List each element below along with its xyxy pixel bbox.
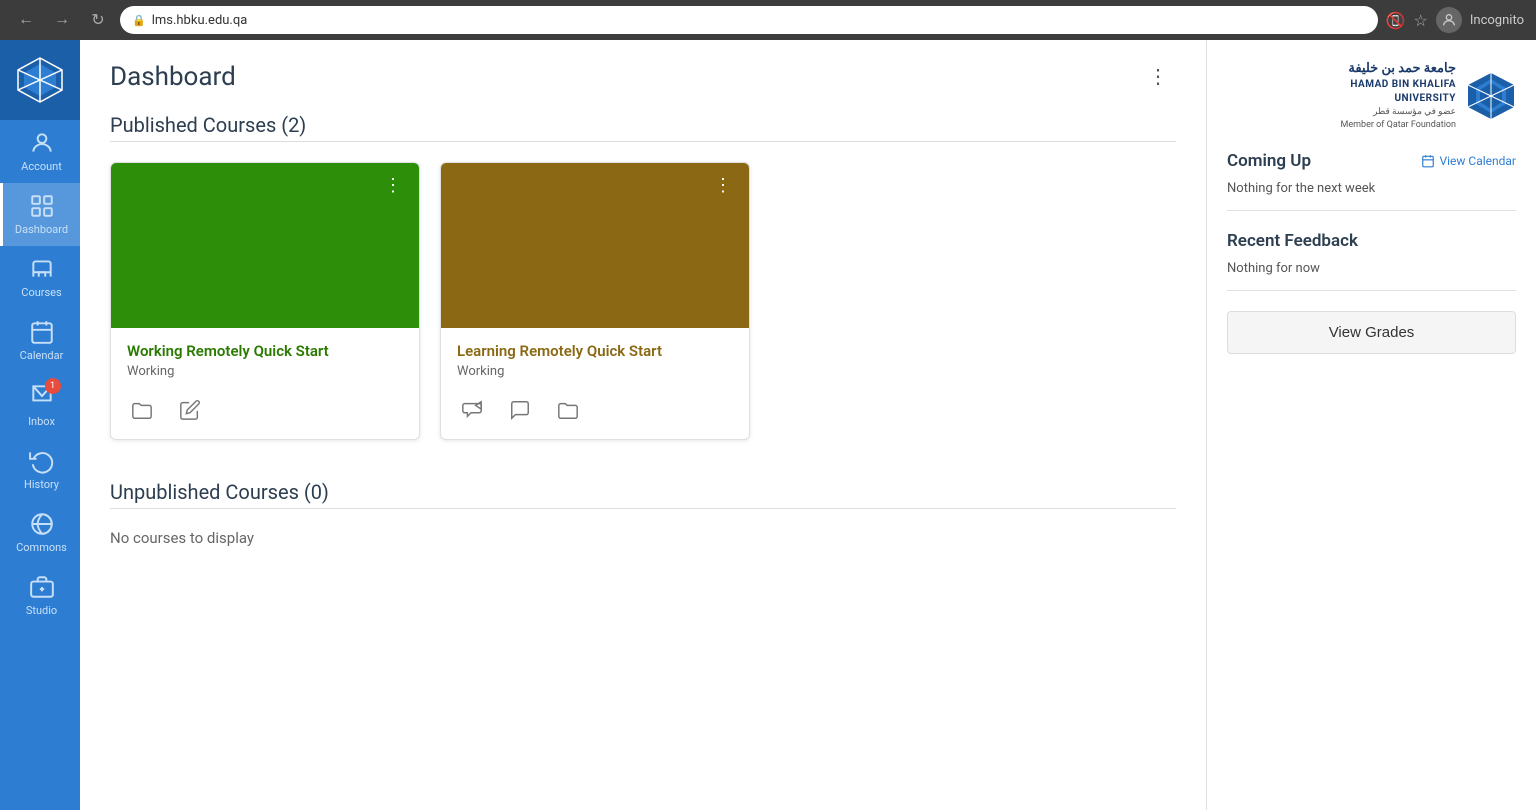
coming-up-header: Coming Up View Calendar bbox=[1227, 151, 1516, 171]
university-logo: جامعة حمد بن خليفة HAMAD BIN KHALIFA UNI… bbox=[1227, 60, 1516, 131]
course-card-2-discussion-button[interactable] bbox=[505, 395, 535, 425]
browser-right-controls: 📵 ☆ Incognito bbox=[1386, 7, 1524, 33]
univ-name-ar: جامعة حمد بن خليفة bbox=[1341, 60, 1457, 78]
page-title: Dashboard bbox=[110, 62, 236, 92]
incognito-label: Incognito bbox=[1470, 13, 1524, 28]
published-divider bbox=[110, 141, 1176, 142]
reload-button[interactable]: ↻ bbox=[84, 6, 112, 34]
courses-grid: ⋮ Working Remotely Quick Start Working bbox=[110, 162, 1176, 440]
unpublished-divider bbox=[110, 508, 1176, 509]
url-text: lms.hbku.edu.qa bbox=[152, 13, 248, 28]
course-card-2-announce-button[interactable] bbox=[457, 395, 487, 425]
sidebar-item-calendar[interactable]: Calendar bbox=[0, 309, 80, 372]
sidebar-item-courses[interactable]: Courses bbox=[0, 246, 80, 309]
lock-icon: 🔒 bbox=[132, 14, 146, 27]
coming-up-title: Coming Up bbox=[1227, 151, 1311, 171]
univ-name-en2: UNIVERSITY bbox=[1341, 92, 1457, 106]
sidebar-item-studio[interactable]: Studio bbox=[0, 564, 80, 627]
course-card-2-menu[interactable]: ⋮ bbox=[708, 173, 739, 198]
inbox-badge-container: 1 bbox=[29, 382, 55, 411]
univ-subtitle-ar: عضو في مؤسسة قطر bbox=[1341, 106, 1457, 119]
dashboard-header: Dashboard ⋮ bbox=[110, 60, 1176, 93]
recent-feedback-title: Recent Feedback bbox=[1227, 231, 1358, 251]
no-courses-text: No courses to display bbox=[110, 529, 1176, 547]
unpublished-section-title: Unpublished Courses (0) bbox=[110, 480, 1176, 504]
address-bar[interactable]: 🔒 lms.hbku.edu.qa bbox=[120, 6, 1378, 34]
sidebar-item-inbox[interactable]: 1 Inbox bbox=[0, 372, 80, 438]
sidebar-item-account[interactable]: Account bbox=[0, 120, 80, 183]
sidebar-account-label: Account bbox=[21, 160, 62, 173]
recent-feedback-empty-text: Nothing for now bbox=[1227, 261, 1516, 291]
camera-off-icon: 📵 bbox=[1386, 11, 1406, 30]
sidebar-courses-label: Courses bbox=[21, 286, 61, 299]
course-card-1-menu[interactable]: ⋮ bbox=[378, 173, 409, 198]
course-card-1-folder-button[interactable] bbox=[127, 395, 157, 425]
back-button[interactable]: ← bbox=[12, 6, 40, 34]
sidebar-commons-label: Commons bbox=[16, 541, 67, 554]
university-text: جامعة حمد بن خليفة HAMAD BIN KHALIFA UNI… bbox=[1341, 60, 1457, 131]
recent-feedback-section: Recent Feedback Nothing for now bbox=[1227, 231, 1516, 291]
course-card-1-edit-button[interactable] bbox=[175, 395, 205, 425]
coming-up-section: Coming Up View Calendar Nothing for the … bbox=[1227, 151, 1516, 211]
forward-button[interactable]: → bbox=[48, 6, 76, 34]
view-grades-button[interactable]: View Grades bbox=[1227, 311, 1516, 354]
coming-up-empty-text: Nothing for the next week bbox=[1227, 181, 1516, 211]
course-card-2-name[interactable]: Learning Remotely Quick Start bbox=[457, 342, 733, 360]
course-card-1-body: Working Remotely Quick Start Working bbox=[111, 328, 419, 439]
sidebar-dashboard-label: Dashboard bbox=[15, 223, 68, 236]
course-card-1-header: ⋮ bbox=[111, 163, 419, 328]
sidebar-item-commons[interactable]: Commons bbox=[0, 501, 80, 564]
univ-subtitle-en: Member of Qatar Foundation bbox=[1341, 119, 1457, 132]
univ-name-en: HAMAD BIN KHALIFA bbox=[1341, 78, 1457, 92]
course-card-1: ⋮ Working Remotely Quick Start Working bbox=[110, 162, 420, 440]
right-panel: جامعة حمد بن خليفة HAMAD BIN KHALIFA UNI… bbox=[1206, 40, 1536, 810]
sidebar-item-history[interactable]: History bbox=[0, 438, 80, 501]
app-container: Account Dashboard Courses Calendar 1 Inb… bbox=[0, 40, 1536, 810]
inbox-badge: 1 bbox=[45, 378, 61, 394]
course-card-1-name[interactable]: Working Remotely Quick Start bbox=[127, 342, 403, 360]
course-card-2-body: Learning Remotely Quick Start Working bbox=[441, 328, 749, 439]
course-card-1-status: Working bbox=[127, 364, 403, 379]
published-section-title: Published Courses (2) bbox=[110, 113, 1176, 137]
course-card-2-header: ⋮ bbox=[441, 163, 749, 328]
more-options-button[interactable]: ⋮ bbox=[1140, 60, 1176, 93]
sidebar-inbox-label: Inbox bbox=[28, 415, 55, 428]
main-content: Dashboard ⋮ Published Courses (2) ⋮ Work… bbox=[80, 40, 1206, 810]
bookmark-icon: ☆ bbox=[1414, 11, 1428, 30]
sidebar-studio-label: Studio bbox=[26, 604, 57, 617]
sidebar-item-dashboard[interactable]: Dashboard bbox=[0, 183, 80, 246]
course-card-2: ⋮ Learning Remotely Quick Start Working bbox=[440, 162, 750, 440]
course-card-2-folder-button[interactable] bbox=[553, 395, 583, 425]
course-card-2-status: Working bbox=[457, 364, 733, 379]
sidebar: Account Dashboard Courses Calendar 1 Inb… bbox=[0, 40, 80, 810]
course-card-2-icons bbox=[457, 395, 733, 425]
view-calendar-label: View Calendar bbox=[1439, 154, 1516, 168]
browser-chrome: ← → ↻ 🔒 lms.hbku.edu.qa 📵 ☆ Incognito bbox=[0, 0, 1536, 40]
university-icon bbox=[1466, 71, 1516, 121]
sidebar-history-label: History bbox=[24, 478, 59, 491]
incognito-avatar[interactable] bbox=[1436, 7, 1462, 33]
sidebar-calendar-label: Calendar bbox=[20, 349, 64, 362]
recent-feedback-header: Recent Feedback bbox=[1227, 231, 1516, 251]
course-card-1-icons bbox=[127, 395, 403, 425]
view-calendar-link[interactable]: View Calendar bbox=[1421, 154, 1516, 168]
sidebar-logo[interactable] bbox=[0, 40, 80, 120]
